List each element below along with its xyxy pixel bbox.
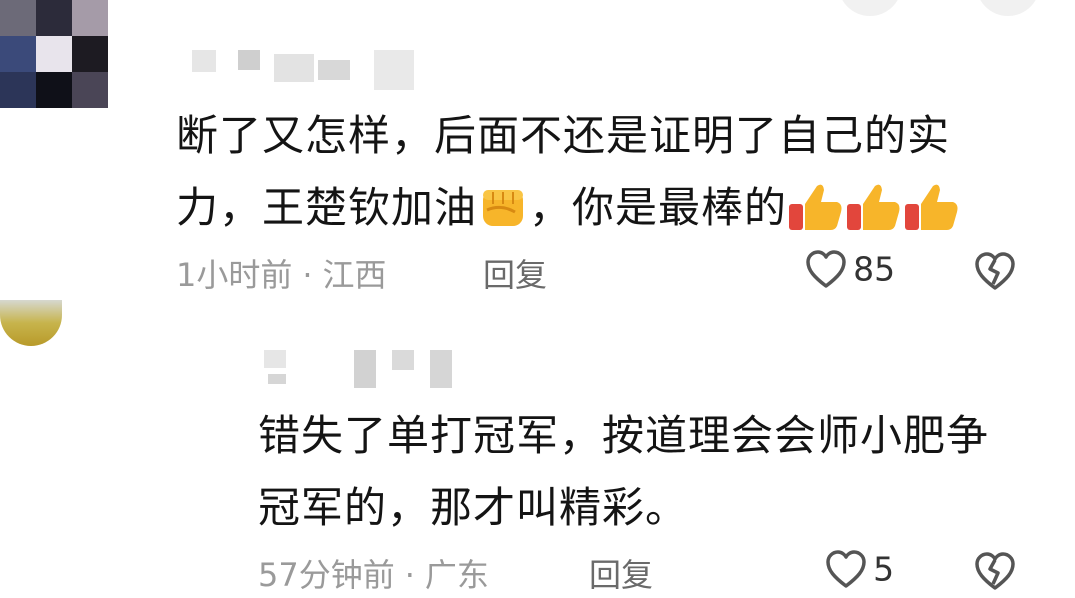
thumbs-up-emoji [787,180,845,234]
reply-button[interactable]: 回复 [483,250,547,296]
heart-icon [806,250,846,288]
meta-separator: · [302,256,313,294]
reply-button[interactable]: 回复 [589,550,653,596]
comment-2: 错失了单打冠军，按道理会会师小肥争 冠军的，那才叫精彩。 57分钟前 · 广东 回复… [0,300,1075,598]
thumbs-up-emoji [903,180,961,234]
comment-meta: 1小时前 · 江西 [176,250,387,296]
meta-separator: · [404,556,415,594]
comment-text-line-2: 力，王楚钦加油 ，你是最棒的 [176,172,1056,244]
heart-icon [826,550,866,588]
like-count: 85 [853,249,896,289]
comment-text-line-1: 断了又怎样，后面不还是证明了自己的实 [176,111,951,160]
comment-text: 错失了单打冠军，按道理会会师小肥争 冠军的，那才叫精彩。 [258,400,1058,544]
comment-meta: 57分钟前 · 广东 [258,550,489,596]
comment-location: 江西 [322,256,387,294]
comment-text-line-1: 错失了单打冠军，按道理会会师小肥争 [258,411,990,460]
like-count: 5 [873,549,895,589]
avatar[interactable] [0,0,108,108]
comment-1: 断了又怎样，后面不还是证明了自己的实 力，王楚钦加油 ，你是最棒的 1小时前 · 江… [0,0,1075,300]
comment-text: 断了又怎样，后面不还是证明了自己的实 力，王楚钦加油 ，你是最棒的 [176,100,1056,244]
broken-heart-icon[interactable] [972,550,1018,592]
comment-time: 1小时前 [176,256,293,294]
broken-heart-icon[interactable] [972,250,1018,292]
comment-location: 广东 [424,556,489,594]
like-button[interactable]: 85 [804,248,895,292]
avatar[interactable] [0,300,62,346]
like-button[interactable]: 5 [824,548,894,592]
thumbs-up-emoji [845,180,903,234]
comment-text-line-2: 冠军的，那才叫精彩。 [258,483,689,532]
comment-time: 57分钟前 [258,556,395,594]
fist-emoji [477,180,529,232]
